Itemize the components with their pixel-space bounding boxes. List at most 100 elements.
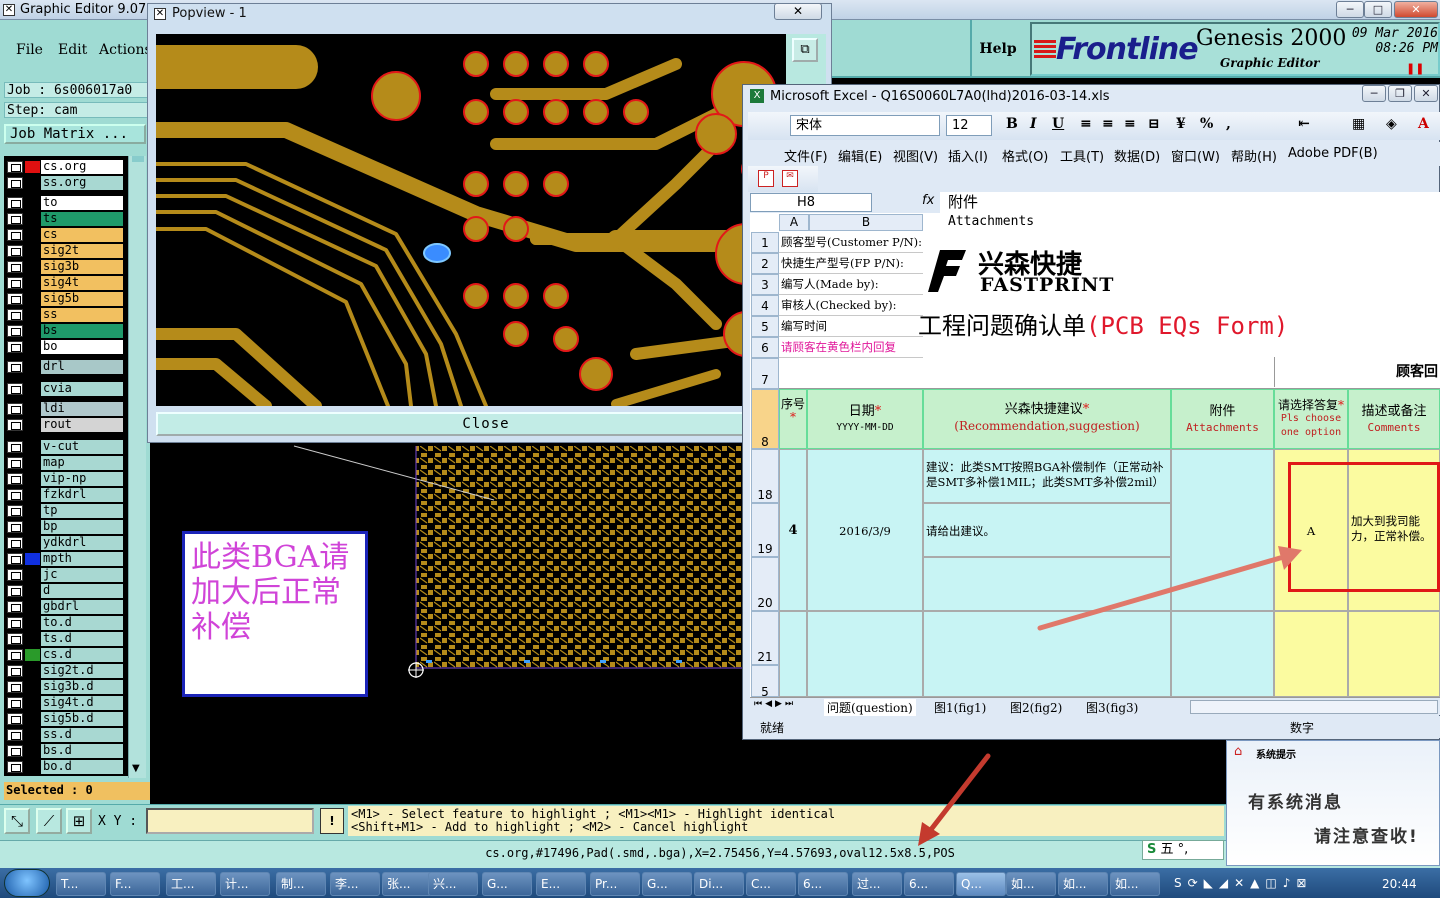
cell-label[interactable]: 编写人(Made by): [779, 274, 923, 295]
taskbar-item[interactable]: T... [56, 872, 106, 896]
layer-checkbox[interactable] [7, 197, 23, 209]
layer-row[interactable]: sig2t [4, 244, 128, 258]
layer-name[interactable]: sig3b.d [41, 680, 123, 694]
layer-checkbox[interactable] [7, 293, 23, 305]
taskbar-item[interactable]: 李... [330, 872, 380, 896]
layer-checkbox[interactable] [7, 505, 23, 517]
align-center-icon[interactable]: ≡ [1102, 116, 1114, 132]
comma-icon[interactable]: , [1226, 116, 1231, 132]
zoom-tool-icon[interactable]: ⤡ [4, 808, 30, 834]
layer-color-swatch[interactable] [25, 665, 40, 677]
layer-color-swatch[interactable] [25, 261, 40, 273]
layer-name[interactable]: cs.d [41, 648, 123, 662]
layer-color-swatch[interactable] [25, 341, 40, 353]
layer-row[interactable]: cs [4, 228, 128, 242]
layer-checkbox[interactable] [7, 729, 23, 741]
layer-name[interactable]: cs.org [41, 160, 123, 174]
layer-color-swatch[interactable] [25, 569, 40, 581]
header-date[interactable]: 日期* YYYY-MM-DD [807, 389, 923, 449]
layer-color-swatch[interactable] [25, 553, 40, 565]
layer-color-swatch[interactable] [25, 441, 40, 453]
taskbar-item[interactable]: F... [110, 872, 160, 896]
layer-name[interactable]: sig4t.d [41, 696, 123, 710]
layer-color-swatch[interactable] [25, 325, 40, 337]
layer-row[interactable]: sig4t [4, 276, 128, 290]
layer-checkbox[interactable] [7, 617, 23, 629]
layer-name[interactable]: cs [41, 228, 123, 242]
layer-name[interactable]: ss.org [41, 176, 123, 190]
column-b-header[interactable]: B [809, 214, 923, 231]
column-a-header[interactable]: A [779, 214, 809, 231]
popview-close-button[interactable]: Close [156, 412, 816, 436]
layer-row[interactable]: bs [4, 324, 128, 338]
taskbar-item[interactable]: 制... [276, 872, 326, 896]
excel-menu-edit[interactable]: 编辑(E) [838, 146, 882, 165]
cell-label[interactable]: 快捷生产型号(FP P/N): [779, 253, 923, 274]
layer-name[interactable]: v-cut [41, 440, 123, 454]
layer-row[interactable]: v-cut [4, 440, 128, 454]
layer-checkbox[interactable] [7, 383, 23, 395]
row-header[interactable]: 3 [751, 274, 779, 295]
taskbar-item[interactable]: Pr... [590, 872, 640, 896]
layer-row[interactable]: d [4, 584, 128, 598]
layer-checkbox[interactable] [7, 177, 23, 189]
excel-menu-format[interactable]: 格式(O) [1002, 146, 1048, 165]
layer-name[interactable]: cvia [41, 382, 123, 396]
measure-tool-icon[interactable]: ⟋ [36, 808, 62, 834]
header-comments[interactable]: 描述或备注 Comments [1348, 389, 1440, 449]
border-icon[interactable]: ▦ [1352, 116, 1365, 132]
excel-menu-pdf[interactable]: Adobe PDF(B) [1288, 146, 1378, 161]
layer-checkbox[interactable] [7, 601, 23, 613]
layer-row[interactable]: ts [4, 212, 128, 226]
align-right-icon[interactable]: ≡ [1124, 116, 1136, 132]
layer-checkbox[interactable] [7, 213, 23, 225]
cell-next-date[interactable] [807, 611, 923, 697]
layer-row[interactable]: to.d [4, 616, 128, 630]
ime-toolbar[interactable]: S 五 °, [1142, 840, 1224, 860]
layer-row[interactable]: ss.d [4, 728, 128, 742]
layer-checkbox[interactable] [7, 419, 23, 431]
cell-suggestion[interactable]: 建议：此类SMT按照BGA补偿制作（正常动补是SMT多补偿1MIL；此类SMT多… [923, 449, 1171, 503]
taskbar-item[interactable]: 张... [382, 872, 432, 896]
row-header[interactable]: 5 [751, 316, 779, 337]
name-box[interactable]: H8 [750, 193, 872, 212]
layer-row[interactable]: ldi [4, 402, 128, 416]
row-header[interactable]: 18 [751, 449, 779, 503]
layer-checkbox[interactable] [7, 537, 23, 549]
layer-row[interactable]: sig5b.d [4, 712, 128, 726]
layer-name[interactable]: sig2t.d [41, 664, 123, 678]
taskbar-item[interactable]: 过... [852, 872, 902, 896]
layer-color-swatch[interactable] [25, 277, 40, 289]
layer-color-swatch[interactable] [25, 649, 40, 661]
layer-row[interactable]: jc [4, 568, 128, 582]
layer-checkbox[interactable] [7, 457, 23, 469]
layer-color-swatch[interactable] [25, 745, 40, 757]
help-menu[interactable]: Help [970, 20, 1024, 76]
taskbar-item[interactable]: Q... [956, 872, 1006, 896]
layer-color-swatch[interactable] [25, 633, 40, 645]
layer-row[interactable]: bs.d [4, 744, 128, 758]
taskbar-item[interactable]: 如... [1006, 872, 1056, 896]
layer-color-swatch[interactable] [25, 245, 40, 257]
layer-color-swatch[interactable] [25, 197, 40, 209]
fx-icon[interactable]: fx [922, 193, 934, 208]
layer-name[interactable]: sig3b [41, 260, 123, 274]
cell-label[interactable]: 审核人(Checked by): [779, 295, 923, 316]
tab-question[interactable]: 问题(question) [824, 699, 916, 716]
layer-checkbox[interactable] [7, 277, 23, 289]
font-size-select[interactable]: 12 [946, 115, 992, 136]
layer-name[interactable]: drl [41, 360, 123, 374]
taskbar-item[interactable]: 如... [1110, 872, 1160, 896]
layer-row[interactable]: sig4t.d [4, 696, 128, 710]
minimize-button[interactable]: ─ [1336, 1, 1364, 18]
header-choose[interactable]: 请选择答复* Pls choose one option [1274, 389, 1348, 449]
layer-checkbox[interactable] [7, 361, 23, 373]
horizontal-scrollbar[interactable] [1190, 700, 1438, 714]
layer-name[interactable]: bs.d [41, 744, 123, 758]
excel-menu-view[interactable]: 视图(V) [893, 146, 938, 165]
layer-color-swatch[interactable] [25, 473, 40, 485]
layer-color-swatch[interactable] [25, 403, 40, 415]
tab-nav-icons[interactable]: ⏮◀▶⏭ [754, 699, 796, 709]
excel-menu-window[interactable]: 窗口(W) [1171, 146, 1220, 165]
align-left-icon[interactable]: ≡ [1080, 116, 1092, 132]
